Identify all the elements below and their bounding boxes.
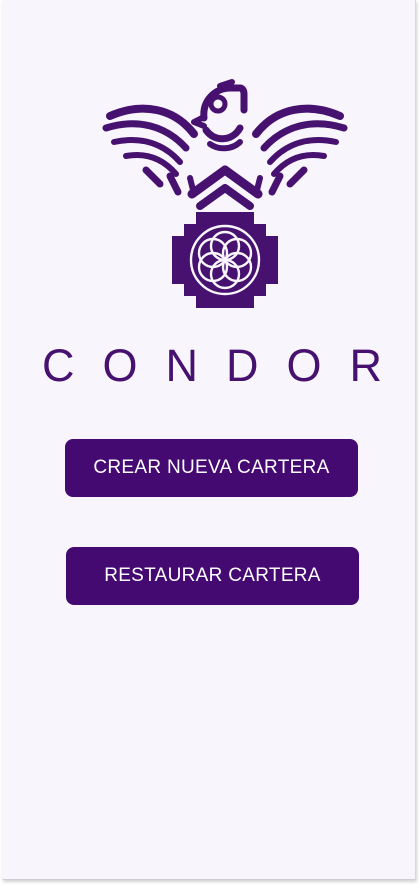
condor-chakana-logo-icon	[102, 79, 348, 308]
restore-wallet-label: RESTAURAR CARTERA	[104, 565, 321, 586]
app-name-wordmark: CONDOR	[42, 340, 410, 391]
create-wallet-label: CREAR NUEVA CARTERA	[93, 457, 330, 478]
create-wallet-button[interactable]: CREAR NUEVA CARTERA	[65, 439, 358, 497]
restore-wallet-button[interactable]: RESTAURAR CARTERA	[66, 547, 359, 605]
app-screen: CONDOR CREAR NUEVA CARTERA RESTAURAR CAR…	[2, 0, 416, 880]
